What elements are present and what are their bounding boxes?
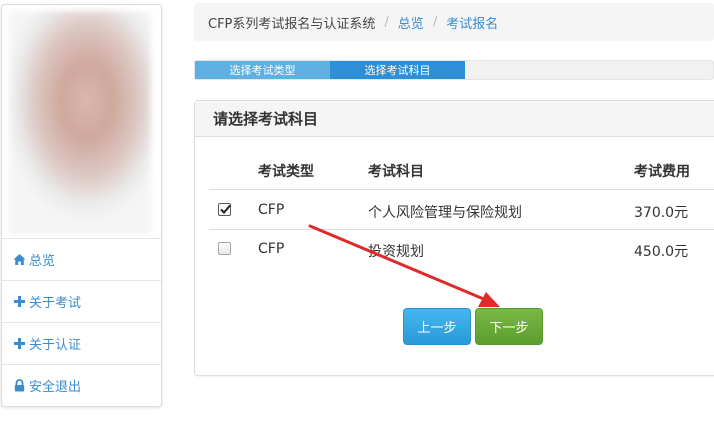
panel-title: 请选择考试科目 — [195, 101, 714, 137]
table-divider — [209, 229, 714, 230]
breadcrumb-separator: / — [432, 14, 438, 30]
sidebar-item-about-certification[interactable]: 关于认证 — [2, 322, 161, 364]
subject-selection-panel: 请选择考试科目 考试类型 考试科目 考试费用 CFP 个人风险管理与保险规划 3… — [194, 100, 714, 376]
sidebar-item-about-exam[interactable]: 关于考试 — [2, 280, 161, 322]
cell-type: CFP — [258, 202, 285, 218]
breadcrumb: CFP系列考试报名与认证系统 / 总览 / 考试报名 — [194, 3, 714, 41]
row-checkbox[interactable] — [218, 203, 231, 216]
plus-icon — [13, 295, 26, 308]
column-header-fee: 考试费用 — [634, 164, 690, 180]
table-divider — [209, 189, 714, 190]
column-header-subject: 考试科目 — [368, 164, 424, 180]
sidebar: 总览 关于考试 关于认证 安全退出 — [1, 4, 162, 407]
cell-subject: 个人风险管理与保险规划 — [368, 205, 522, 221]
breadcrumb-separator: / — [384, 14, 389, 30]
sidebar-item-label: 安全退出 — [29, 380, 82, 395]
cell-fee: 370.0元 — [634, 205, 689, 221]
cell-type: CFP — [258, 241, 285, 257]
breadcrumb-system: CFP系列考试报名与认证系统 — [208, 16, 376, 32]
sidebar-item-label: 总览 — [29, 254, 56, 269]
row-checkbox[interactable] — [218, 242, 231, 255]
column-header-type: 考试类型 — [258, 164, 314, 180]
avatar — [9, 11, 151, 235]
sidebar-item-overview[interactable]: 总览 — [2, 238, 161, 280]
step-select-exam-type: 选择考试类型 — [195, 61, 330, 79]
step-select-exam-subject: 选择考试科目 — [330, 61, 465, 79]
sidebar-item-label: 关于认证 — [29, 338, 82, 353]
plus-icon — [13, 337, 26, 350]
breadcrumb-overview-link[interactable]: 总览 — [398, 13, 424, 32]
sidebar-item-logout[interactable]: 安全退出 — [2, 364, 161, 406]
lock-icon — [13, 379, 26, 392]
progress-steps: 选择考试类型 选择考试科目 — [194, 60, 714, 80]
breadcrumb-current: 考试报名 — [446, 16, 499, 32]
cell-subject: 投资规划 — [368, 244, 424, 260]
cell-fee: 450.0元 — [634, 244, 689, 260]
next-step-button[interactable]: 下一步 — [475, 308, 543, 345]
sidebar-item-label: 关于考试 — [29, 296, 82, 311]
previous-step-button[interactable]: 上一步 — [403, 308, 471, 345]
home-icon — [13, 253, 26, 266]
